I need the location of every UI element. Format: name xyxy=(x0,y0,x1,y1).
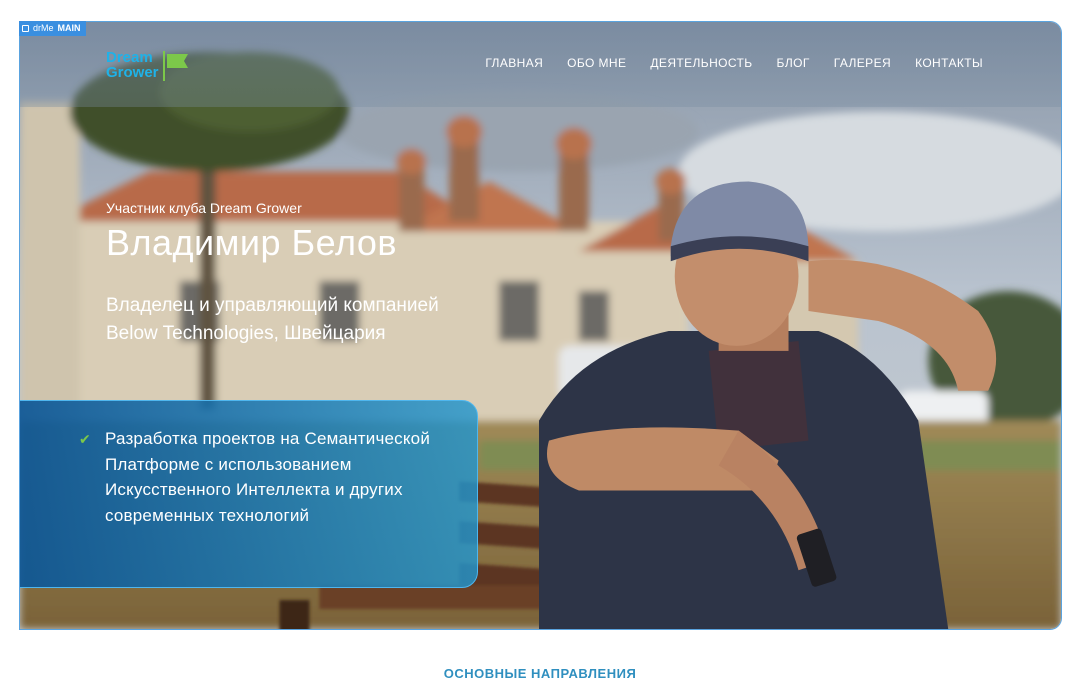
hero-role-line1: Владелец и управляющий компанией xyxy=(106,295,439,316)
flag-icon xyxy=(162,51,188,81)
main-nav: ГЛАВНАЯ ОБО МНЕ ДЕЯТЕЛЬНОСТЬ БЛОГ ГАЛЕРЕ… xyxy=(485,56,983,70)
logo-text: Dream Grower xyxy=(106,50,159,80)
nav-item-home[interactable]: ГЛАВНАЯ xyxy=(485,56,543,70)
nav-item-activity[interactable]: ДЕЯТЕЛЬНОСТЬ xyxy=(650,56,752,70)
site-header: Dream Grower ГЛАВНАЯ ОБО МНЕ ДЕЯТЕЛЬНОСТ… xyxy=(20,22,1061,107)
section-heading: ОСНОВНЫЕ НАПРАВЛЕНИЯ xyxy=(443,666,637,681)
hero-kicker: Участник клуба Dream Grower xyxy=(106,200,302,216)
editor-badge: drMe MAIN xyxy=(19,21,86,36)
check-icon: ✔ xyxy=(79,431,91,447)
editor-badge-left: drMe xyxy=(33,23,54,33)
nav-item-about[interactable]: ОБО МНЕ xyxy=(567,56,626,70)
hero-name: Владимир Белов xyxy=(106,222,398,263)
editor-badge-right: MAIN xyxy=(57,23,81,33)
logo-line2: Grower xyxy=(106,64,159,81)
site-logo[interactable]: Dream Grower xyxy=(106,50,190,81)
square-icon xyxy=(22,25,29,32)
hero-role: Владелец и управляющий компанией Below T… xyxy=(106,292,526,348)
logo-line1: Dream xyxy=(106,49,153,66)
nav-item-blog[interactable]: БЛОГ xyxy=(777,56,810,70)
hero-section: Dream Grower ГЛАВНАЯ ОБО МНЕ ДЕЯТЕЛЬНОСТ… xyxy=(19,21,1062,630)
nav-item-contacts[interactable]: КОНТАКТЫ xyxy=(915,56,983,70)
activity-text: Разработка проектов на Семантической Пла… xyxy=(105,429,431,525)
activity-panel: ✔ Разработка проектов на Семантической П… xyxy=(20,400,478,588)
nav-item-gallery[interactable]: ГАЛЕРЕЯ xyxy=(834,56,891,70)
hero-role-line2: Below Technologies, Швейцария xyxy=(106,323,386,344)
